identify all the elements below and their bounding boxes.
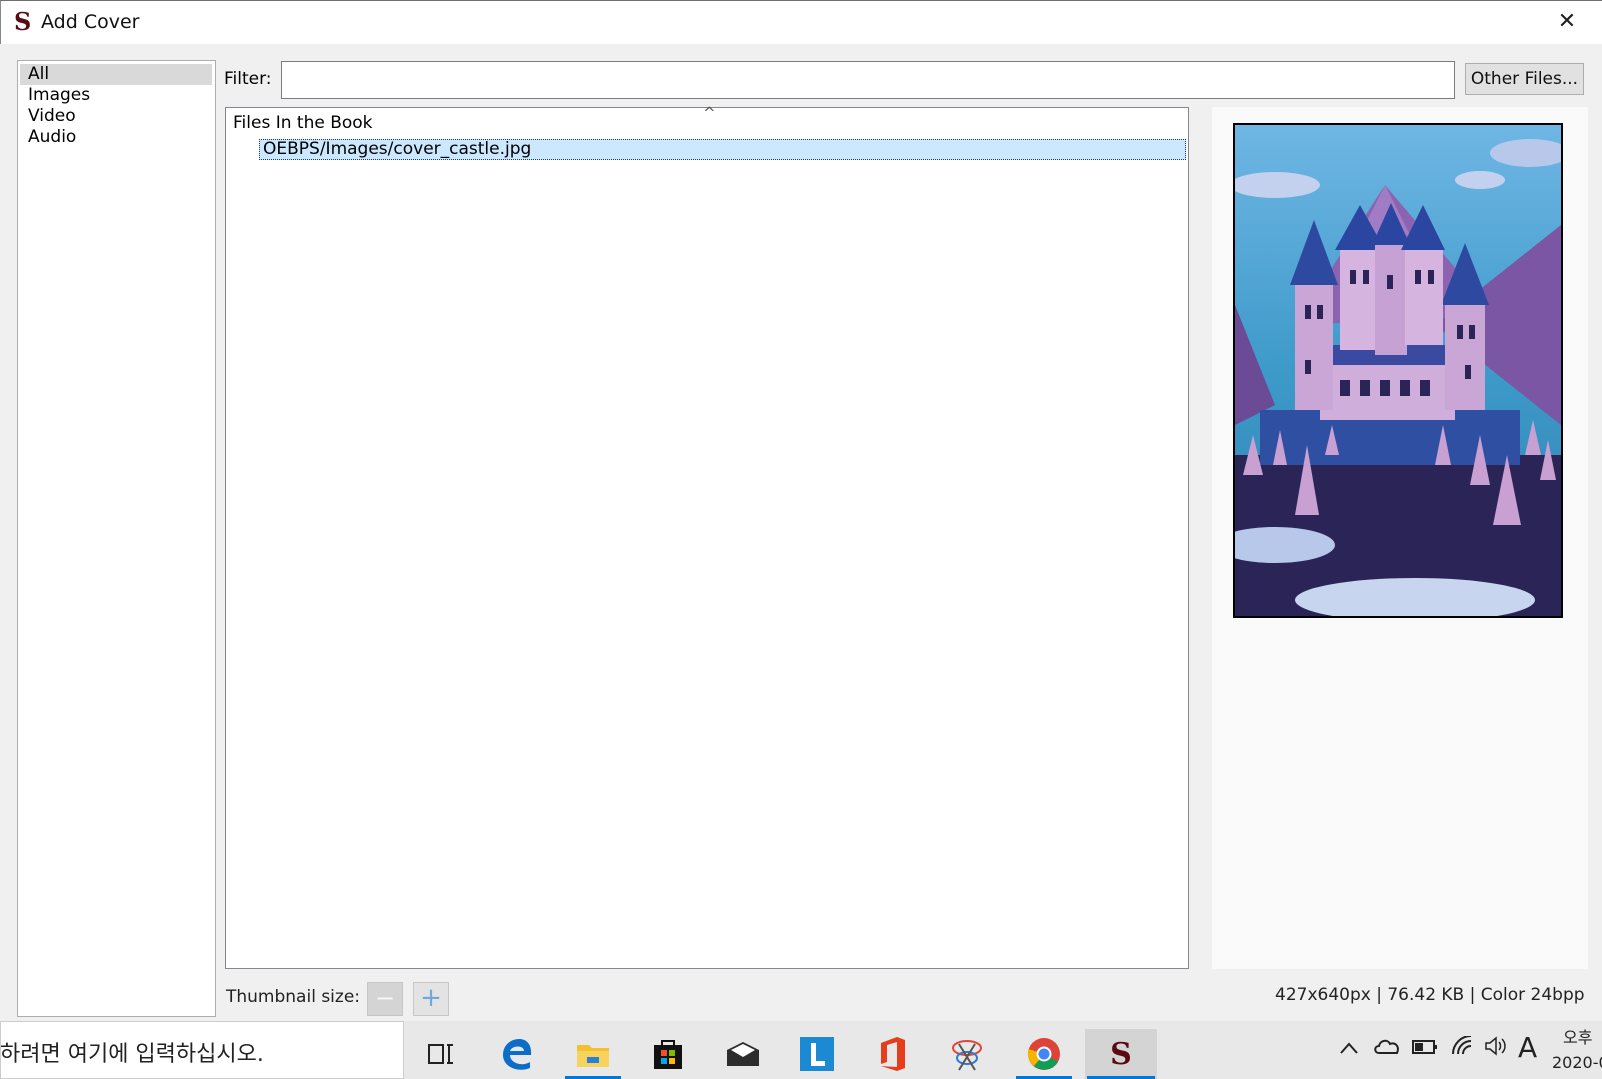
window-title: Add Cover [41, 11, 140, 33]
chrome-icon[interactable] [1014, 1029, 1074, 1079]
image-info: 427x640px | 76.42 KB | Color 24bpp [1275, 985, 1585, 1005]
snip-tool-icon[interactable] [937, 1029, 997, 1079]
filter-input[interactable] [281, 61, 1455, 99]
volume-icon[interactable] [1484, 1036, 1508, 1061]
files-tree[interactable] [225, 107, 1189, 969]
onedrive-cloud-icon[interactable] [1373, 1036, 1401, 1060]
file-type-list[interactable]: All Images Video Audio [17, 60, 216, 1017]
type-item-all[interactable]: All [20, 64, 212, 85]
thumbnail-size-label: Thumbnail size: [226, 987, 361, 1007]
type-item-images[interactable]: Images [20, 85, 212, 106]
battery-icon[interactable] [1412, 1036, 1438, 1060]
type-item-audio[interactable]: Audio [20, 127, 212, 148]
show-hidden-icons-icon[interactable] [1339, 1036, 1359, 1060]
sigil-logo-icon: S [14, 7, 32, 36]
close-button[interactable]: ✕ [1545, 4, 1589, 40]
type-item-video[interactable]: Video [20, 106, 212, 127]
thumbnail-decrease-button[interactable]: − [367, 982, 403, 1016]
l-app-icon[interactable] [787, 1029, 847, 1079]
title-bar [0, 0, 1602, 44]
mail-icon[interactable] [713, 1029, 773, 1079]
file-explorer-icon[interactable] [563, 1029, 623, 1079]
microsoft-store-icon[interactable] [638, 1029, 698, 1079]
input-method-indicator[interactable]: A [1518, 1031, 1537, 1064]
other-files-button[interactable]: Other Files... [1465, 63, 1584, 95]
sigil-taskbar-icon[interactable]: S [1085, 1029, 1157, 1079]
wifi-icon[interactable] [1451, 1035, 1475, 1061]
clock-date[interactable]: 2020-0 [1552, 1053, 1602, 1072]
office-icon[interactable] [862, 1029, 922, 1079]
task-view-icon[interactable] [411, 1029, 471, 1079]
files-tree-header[interactable]: Files In the Book [233, 113, 373, 133]
thumbnail-increase-button[interactable]: + [413, 982, 449, 1016]
clock-period[interactable]: 오후 [1563, 1024, 1592, 1048]
edge-browser-icon[interactable] [487, 1029, 547, 1079]
file-item-cover-castle[interactable]: OEBPS/Images/cover_castle.jpg [259, 139, 1186, 160]
cover-preview-image [1233, 123, 1563, 618]
sort-indicator-icon[interactable]: ^ [703, 104, 716, 122]
filter-label: Filter: [224, 69, 272, 89]
taskbar-search-placeholder[interactable]: 하려면 여기에 입력하십시오. [0, 1036, 264, 1068]
